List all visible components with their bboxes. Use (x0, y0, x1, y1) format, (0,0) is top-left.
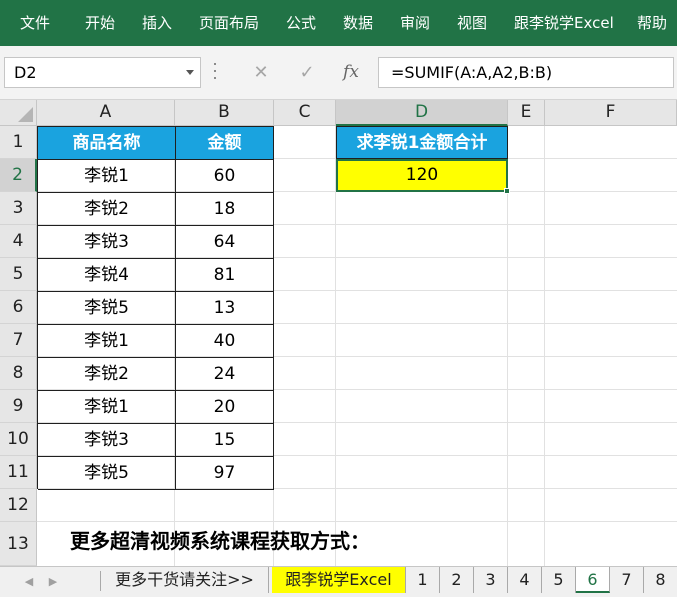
tab-data[interactable]: 数据 (343, 0, 373, 46)
row-header-4[interactable]: 4 (0, 225, 37, 258)
sheet-tab-7[interactable]: 7 (610, 567, 644, 593)
column-header-c[interactable]: C (274, 100, 336, 126)
tab-insert[interactable]: 插入 (142, 0, 172, 46)
row-header-8[interactable]: 8 (0, 357, 37, 390)
row-header-9[interactable]: 9 (0, 390, 37, 423)
gridline (335, 126, 336, 566)
sheet-tab-excel[interactable]: 跟李锐学Excel (272, 567, 406, 593)
table-cell-amount[interactable]: 24 (176, 358, 274, 391)
sheet-tab-1[interactable]: 1 (406, 567, 440, 593)
sheet-tab-2[interactable]: 2 (440, 567, 474, 593)
name-box[interactable]: D2 (4, 57, 201, 88)
table-cell-amount[interactable]: 40 (176, 325, 274, 358)
table-cell-name[interactable]: 李锐1 (38, 325, 176, 358)
gridline (544, 126, 545, 566)
tab-file[interactable]: 文件 (20, 0, 50, 46)
row-header-5[interactable]: 5 (0, 258, 37, 291)
row-header-6[interactable]: 6 (0, 291, 37, 324)
table-cell-name[interactable]: 李锐1 (38, 160, 176, 193)
table-cell-amount[interactable]: 18 (176, 193, 274, 226)
cancel-icon[interactable]: ✕ (247, 57, 275, 88)
sheet-tab-bar: ◀ ▶ 更多干货请关注>> 跟李锐学Excel 1 2 3 4 5 6 7 8 (0, 566, 677, 597)
table-cell-amount[interactable]: 64 (176, 226, 274, 259)
scroll-right-icon[interactable]: ▶ (46, 572, 60, 592)
row-header-1[interactable]: 1 (0, 126, 37, 159)
table-cell-name[interactable]: 李锐1 (38, 391, 176, 424)
footer-heading: 更多超清视频系统课程获取方式： (70, 529, 370, 553)
table-cell-amount[interactable]: 13 (176, 292, 274, 325)
select-all-corner[interactable] (0, 100, 37, 126)
table-cell-name[interactable]: 李锐5 (38, 457, 176, 490)
tab-help[interactable]: 帮助 (637, 0, 667, 46)
table-cell-amount[interactable]: 81 (176, 259, 274, 292)
header-product-name[interactable]: 商品名称 (38, 127, 176, 160)
column-header-d[interactable]: D (336, 100, 508, 126)
row-header-3[interactable]: 3 (0, 192, 37, 225)
row-header-11[interactable]: 11 (0, 456, 37, 489)
sheet-tab-8[interactable]: 8 (644, 567, 677, 593)
sheet-tab-5[interactable]: 5 (542, 567, 576, 593)
formula-bar-area: D2 ✕ ✓ fx =SUMIF(A:A,A2,B:B) (0, 46, 677, 100)
column-header-e[interactable]: E (508, 100, 545, 126)
formula-text: =SUMIF(A:A,A2,B:B) (391, 63, 553, 82)
table-cell-name[interactable]: 李锐5 (38, 292, 176, 325)
table-cell-name[interactable]: 李锐3 (38, 226, 176, 259)
column-header-b[interactable]: B (175, 100, 274, 126)
table-cell-name[interactable]: 李锐2 (38, 358, 176, 391)
tab-home[interactable]: 开始 (85, 0, 115, 46)
row-header-12[interactable]: 12 (0, 489, 37, 522)
sheet-tab-6[interactable]: 6 (576, 567, 610, 593)
tab-view[interactable]: 视图 (457, 0, 487, 46)
enter-icon[interactable]: ✓ (293, 57, 321, 88)
table-cell-name[interactable]: 李锐2 (38, 193, 176, 226)
scroll-left-icon[interactable]: ◀ (22, 572, 36, 592)
worksheet-grid[interactable]: A B C D E F 1 2 3 4 5 6 7 8 9 10 11 12 1… (0, 100, 677, 566)
header-amount[interactable]: 金额 (176, 127, 274, 160)
sheet-tab-3[interactable]: 3 (474, 567, 508, 593)
formula-input[interactable]: =SUMIF(A:A,A2,B:B) (378, 57, 674, 88)
name-box-value: D2 (14, 63, 37, 82)
tab-page-layout[interactable]: 页面布局 (199, 0, 259, 46)
result-value-cell[interactable]: 120 (336, 159, 508, 192)
sheet-tab-follow[interactable]: 更多干货请关注>> (101, 567, 269, 593)
row-header-7[interactable]: 7 (0, 324, 37, 357)
tab-custom-excel[interactable]: 跟李锐学Excel (514, 0, 614, 46)
table-cell-amount[interactable]: 20 (176, 391, 274, 424)
row-header-13[interactable]: 13 (0, 522, 37, 566)
insert-function-icon[interactable]: fx (337, 57, 365, 88)
tab-formulas[interactable]: 公式 (286, 0, 316, 46)
table-cell-amount[interactable]: 97 (176, 457, 274, 490)
row-header-10[interactable]: 10 (0, 423, 37, 456)
table-cell-name[interactable]: 李锐4 (38, 259, 176, 292)
ribbon-tab-bar: 文件 开始 插入 页面布局 公式 数据 审阅 视图 跟李锐学Excel 帮助 (0, 0, 677, 46)
drag-handle-icon[interactable] (213, 63, 217, 83)
row-header-2[interactable]: 2 (0, 159, 37, 192)
data-table: 商品名称 金额 李锐1 60 李锐2 18 李锐3 64 李锐4 81 李锐5 … (37, 126, 274, 490)
column-header-f[interactable]: F (545, 100, 677, 126)
chevron-down-icon[interactable] (186, 70, 194, 75)
table-cell-amount[interactable]: 60 (176, 160, 274, 193)
column-header-a[interactable]: A (37, 100, 175, 126)
sheet-tab-4[interactable]: 4 (508, 567, 542, 593)
table-cell-name[interactable]: 李锐3 (38, 424, 176, 457)
table-cell-amount[interactable]: 15 (176, 424, 274, 457)
tab-review[interactable]: 审阅 (400, 0, 430, 46)
result-header-cell[interactable]: 求李锐1金额合计 (336, 126, 508, 159)
fill-handle[interactable] (504, 188, 510, 194)
